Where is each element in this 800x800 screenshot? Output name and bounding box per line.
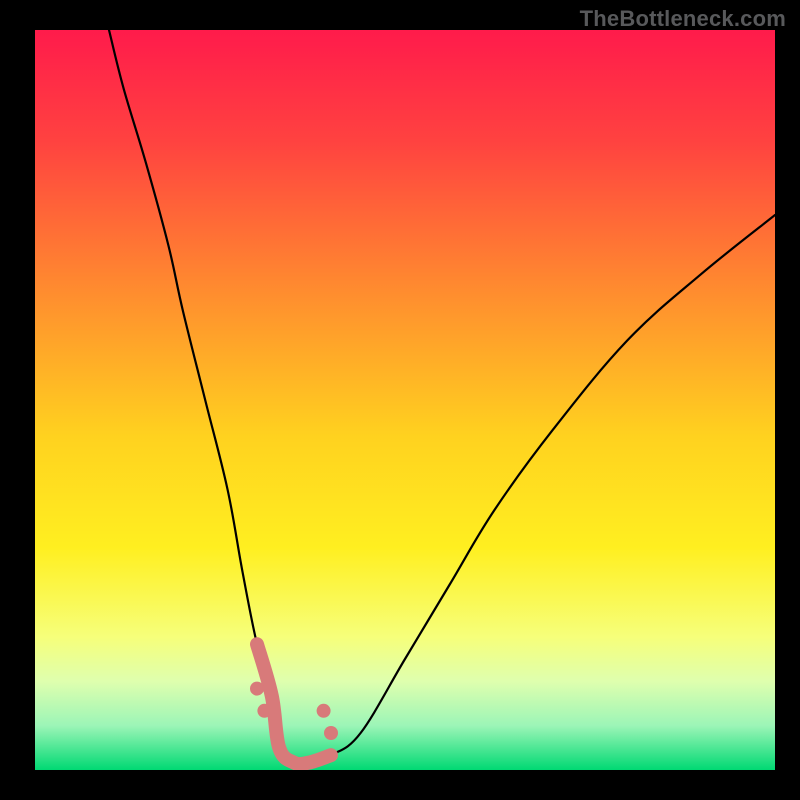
bottleneck-chart <box>0 0 800 800</box>
chart-root: { "watermark": "TheBottleneck.com", "cha… <box>0 0 800 800</box>
watermark-text: TheBottleneck.com <box>580 6 786 32</box>
